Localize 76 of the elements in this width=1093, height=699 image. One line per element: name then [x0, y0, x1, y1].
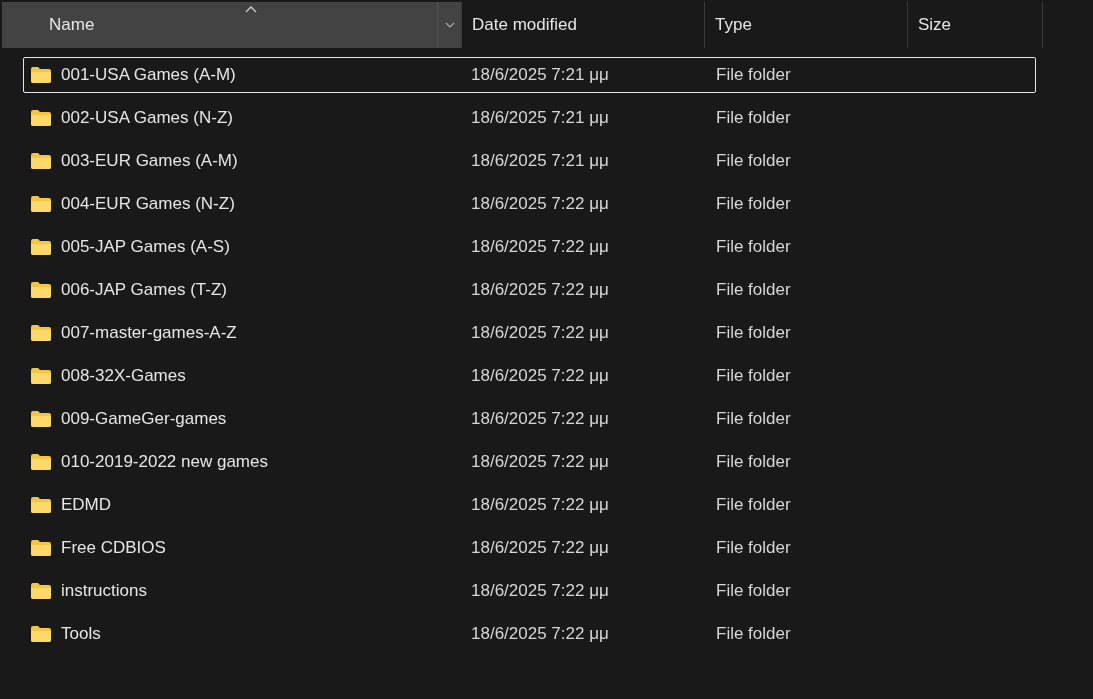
file-row[interactable]: 010-2019-2022 new games 18/6/2025 7:22 μμ File folder — [23, 444, 1036, 480]
file-row[interactable]: 007-master-games-A-Z 18/6/2025 7:22 μμ File folder — [23, 315, 1036, 351]
file-name: 008-32X-Games — [61, 365, 186, 388]
folder-icon — [30, 582, 52, 600]
file-type: File folder — [716, 452, 791, 472]
file-row[interactable]: 002-USA Games (N-Z) 18/6/2025 7:21 μμ File folder — [23, 100, 1036, 136]
column-header[interactable]: Type — [705, 2, 908, 48]
folder-icon — [30, 238, 52, 256]
file-type: File folder — [716, 581, 791, 601]
file-type: File folder — [716, 108, 791, 128]
folder-icon — [30, 539, 52, 557]
file-name: 002-USA Games (N-Z) — [61, 107, 233, 130]
file-type: File folder — [716, 280, 791, 300]
date-modified: 18/6/2025 7:22 μμ — [471, 452, 609, 472]
file-type: File folder — [716, 323, 791, 343]
file-type: File folder — [716, 538, 791, 558]
file-type: File folder — [716, 366, 791, 386]
date-modified: 18/6/2025 7:22 μμ — [471, 495, 609, 515]
column-header[interactable]: Name — [2, 2, 462, 48]
file-name: 004-EUR Games (N-Z) — [61, 193, 235, 216]
date-modified: 18/6/2025 7:22 μμ — [471, 624, 609, 644]
file-type: File folder — [716, 409, 791, 429]
chevron-down-icon — [444, 22, 455, 28]
folder-icon — [30, 324, 52, 342]
folder-icon — [30, 109, 52, 127]
file-name: 005-JAP Games (A-S) — [61, 236, 230, 259]
date-modified: 18/6/2025 7:22 μμ — [471, 237, 609, 257]
date-modified: 18/6/2025 7:21 μμ — [471, 108, 609, 128]
date-modified: 18/6/2025 7:22 μμ — [471, 280, 609, 300]
file-row[interactable]: 009-GameGer-games 18/6/2025 7:22 μμ File folder — [23, 401, 1036, 437]
file-row[interactable]: 006-JAP Games (T-Z) 18/6/2025 7:22 μμ File folder — [23, 272, 1036, 308]
folder-icon — [30, 66, 52, 84]
file-row[interactable]: 001-USA Games (A-M) 18/6/2025 7:21 μμ File folder — [23, 57, 1036, 93]
file-type: File folder — [716, 495, 791, 515]
file-row[interactable]: 008-32X-Games 18/6/2025 7:22 μμ File folder — [23, 358, 1036, 394]
date-modified: 18/6/2025 7:22 μμ — [471, 409, 609, 429]
date-modified: 18/6/2025 7:21 μμ — [471, 151, 609, 171]
file-name: 009-GameGer-games — [61, 408, 227, 431]
file-row[interactable]: instructions 18/6/2025 7:22 μμ File folder — [23, 573, 1036, 609]
file-type: File folder — [716, 237, 791, 257]
date-modified: 18/6/2025 7:21 μμ — [471, 65, 609, 85]
folder-icon — [30, 410, 52, 428]
column-header[interactable]: Size — [908, 2, 1043, 48]
folder-icon — [30, 453, 52, 471]
date-modified: 18/6/2025 7:22 μμ — [471, 581, 609, 601]
column-header[interactable]: Date modified — [462, 2, 705, 48]
file-name: Tools — [61, 623, 101, 646]
folder-icon — [30, 281, 52, 299]
file-name: 007-master-games-A-Z — [61, 322, 237, 345]
file-name: 003-EUR Games (A-M) — [61, 150, 238, 173]
file-row[interactable]: 005-JAP Games (A-S) 18/6/2025 7:22 μμ File folder — [23, 229, 1036, 265]
file-type: File folder — [716, 624, 791, 644]
folder-icon — [30, 367, 52, 385]
file-name: 001-USA Games (A-M) — [61, 64, 236, 87]
folder-icon — [30, 195, 52, 213]
file-name: EDMD — [61, 494, 112, 517]
file-name: instructions — [61, 580, 147, 603]
file-name: 010-2019-2022 new games — [61, 451, 268, 474]
file-row[interactable]: Tools 18/6/2025 7:22 μμ File folder — [23, 616, 1036, 652]
file-type: File folder — [716, 151, 791, 171]
file-row[interactable]: 003-EUR Games (A-M) 18/6/2025 7:21 μμ File folder — [23, 143, 1036, 179]
sort-caret-icon — [245, 6, 257, 13]
file-name: Free CDBIOS — [61, 537, 166, 560]
date-modified: 18/6/2025 7:22 μμ — [471, 323, 609, 343]
file-row[interactable]: Free CDBIOS 18/6/2025 7:22 μμ File folder — [23, 530, 1036, 566]
file-type: File folder — [716, 194, 791, 214]
file-name: 006-JAP Games (T-Z) — [61, 279, 227, 302]
folder-icon — [30, 625, 52, 643]
file-row[interactable]: EDMD 18/6/2025 7:22 μμ File folder — [23, 487, 1036, 523]
file-type: File folder — [716, 65, 791, 85]
file-row[interactable]: 004-EUR Games (N-Z) 18/6/2025 7:22 μμ File folder — [23, 186, 1036, 222]
folder-icon — [30, 152, 52, 170]
date-modified: 18/6/2025 7:22 μμ — [471, 366, 609, 386]
date-modified: 18/6/2025 7:22 μμ — [471, 194, 609, 214]
date-modified: 18/6/2025 7:22 μμ — [471, 538, 609, 558]
folder-icon — [30, 496, 52, 514]
